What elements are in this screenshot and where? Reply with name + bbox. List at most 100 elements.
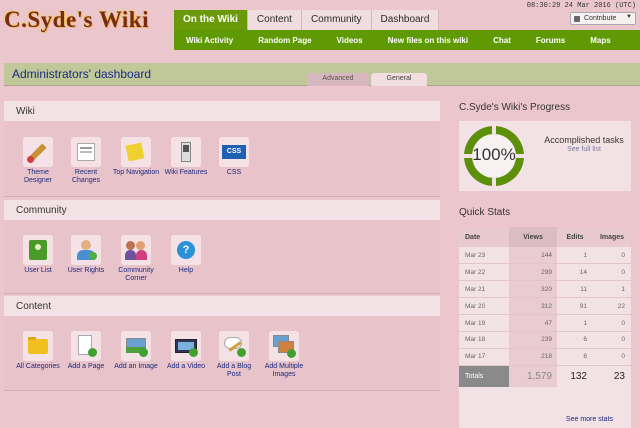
subnav-videos[interactable]: Videos [337, 30, 363, 50]
nav-tab-dashboard[interactable]: Dashboard [371, 10, 440, 30]
tool-add-image[interactable]: Add an Image [112, 331, 160, 371]
tool-user-rights[interactable]: User Rights [62, 235, 110, 275]
cell-views: 299 [509, 263, 557, 282]
cell-images: 0 [593, 314, 631, 332]
tool-label: User Rights [67, 267, 105, 274]
table-row: Mar 19 47 1 0 [459, 314, 631, 332]
css-icon: CSS [219, 137, 249, 167]
sticky-note-icon [121, 137, 151, 167]
cell-images: 0 [593, 263, 631, 282]
tool-add-multiple-images[interactable]: Add Multiple Images [260, 331, 308, 379]
cell-date: Mar 21 [459, 280, 509, 299]
subnav-chat[interactable]: Chat [493, 30, 511, 50]
add-multiple-images-icon [269, 331, 299, 361]
cell-edits: 91 [557, 297, 593, 316]
see-full-list-link[interactable]: See full list [537, 146, 631, 153]
quick-stats-title: Quick Stats [459, 207, 511, 218]
news-icon [71, 137, 101, 167]
cell-images: 0 [593, 331, 631, 349]
cell-views: 312 [509, 297, 557, 316]
cell-edits: 14 [557, 263, 593, 282]
subnav-random-page[interactable]: Random Page [258, 30, 311, 50]
table-row: Mar 21 320 11 1 [459, 280, 631, 299]
contribute-label: Contribute [584, 15, 617, 22]
nav-tab-on-the-wiki[interactable]: On the Wiki [174, 10, 248, 30]
quick-stats-table: Date Views Edits Images Mar 23 144 1 0 M… [459, 227, 631, 388]
tool-add-blog-post[interactable]: Add a Blog Post [210, 331, 258, 379]
tool-label: Add Multiple Images [264, 363, 304, 378]
section-content-title: Content [4, 296, 440, 316]
add-page-icon [71, 331, 101, 361]
col-images: Images [593, 227, 631, 247]
col-edits: Edits [557, 227, 593, 247]
tool-add-video[interactable]: Add a Video [162, 331, 210, 371]
subnav-maps[interactable]: Maps [590, 30, 610, 50]
tool-label: Add a Blog Post [216, 363, 252, 378]
table-row: Mar 22 299 14 0 [459, 263, 631, 282]
edit-icon [574, 16, 580, 22]
folder-icon [23, 331, 53, 361]
tool-help[interactable]: ? Help [162, 235, 210, 275]
wiki-logo[interactable]: C.Syde's Wiki [4, 7, 162, 43]
tool-top-navigation[interactable]: Top Navigation [112, 137, 160, 177]
tool-label: Recent Changes [71, 169, 101, 184]
totals-views: 1,579 [509, 365, 557, 388]
tab-general[interactable]: General [371, 73, 427, 86]
progress-title: C.Syde's Wiki's Progress [459, 102, 571, 113]
tool-label: Wiki Features [164, 169, 208, 176]
section-community-title: Community [4, 200, 440, 220]
cell-views: 47 [509, 314, 557, 332]
tool-all-categories[interactable]: All Categories [14, 331, 62, 371]
tool-label: Top Navigation [112, 169, 160, 176]
tool-community-corner[interactable]: Community Corner [112, 235, 160, 283]
contribute-button[interactable]: Contribute ▼ [570, 12, 636, 25]
totals-label: Totals [459, 365, 509, 388]
quick-stats-panel: Date Views Edits Images Mar 23 144 1 0 M… [459, 227, 631, 428]
nav-tab-community[interactable]: Community [301, 10, 372, 30]
cell-date: Mar 19 [459, 314, 509, 332]
cell-edits: 8 [557, 348, 593, 366]
community-corner-icon [121, 235, 151, 265]
chevron-down-icon: ▼ [626, 14, 632, 20]
tool-label: User List [24, 267, 52, 274]
subnav-wiki-activity[interactable]: Wiki Activity [186, 30, 233, 50]
cell-views: 144 [509, 247, 557, 265]
tool-label: Add an Image [114, 363, 158, 370]
dashboard-tools-panel: Wiki Theme Designer Recent Changes Top N… [4, 101, 440, 391]
user-rights-icon [71, 235, 101, 265]
cell-edits: 1 [557, 314, 593, 332]
cell-images: 22 [593, 297, 631, 316]
subnav-forums[interactable]: Forums [536, 30, 565, 50]
add-image-icon [121, 331, 151, 361]
main-nav: On the Wiki Content Community Dashboard [174, 10, 440, 30]
col-views: Views [509, 227, 557, 247]
tab-advanced[interactable]: Advanced [307, 73, 369, 86]
cell-date: Mar 20 [459, 297, 509, 316]
totals-images: 23 [613, 370, 625, 382]
tool-label: Help [178, 267, 194, 274]
tool-wiki-features[interactable]: Wiki Features [162, 137, 210, 177]
table-row: Mar 17 218 8 0 [459, 348, 631, 366]
tool-label: All Categories [16, 363, 60, 370]
see-more-stats-link[interactable]: See more stats [566, 416, 613, 423]
accomplished-label: Accomplished tasks [544, 135, 624, 145]
cell-date: Mar 18 [459, 331, 509, 349]
cell-edits: 6 [557, 331, 593, 349]
totals-edits: 132 [570, 370, 587, 382]
section-wiki-title: Wiki [4, 101, 440, 121]
tool-recent-changes[interactable]: Recent Changes [62, 137, 110, 185]
tool-label: Community Corner [118, 267, 154, 282]
cell-images: 0 [593, 348, 631, 366]
nav-tab-content[interactable]: Content [247, 10, 302, 30]
tool-theme-designer[interactable]: Theme Designer [14, 137, 62, 185]
accomplished-tasks: Accomplished tasks See full list [537, 135, 631, 175]
css-icon-text: CSS [222, 145, 246, 159]
tool-add-page[interactable]: Add a Page [62, 331, 110, 371]
paintbrush-icon [23, 137, 53, 167]
cell-views: 320 [509, 280, 557, 299]
cell-views: 239 [509, 331, 557, 349]
tool-css[interactable]: CSS CSS [210, 137, 258, 177]
subnav-new-files[interactable]: New files on this wiki [388, 30, 468, 50]
tool-user-list[interactable]: User List [14, 235, 62, 275]
tool-label: Add a Video [166, 363, 205, 370]
